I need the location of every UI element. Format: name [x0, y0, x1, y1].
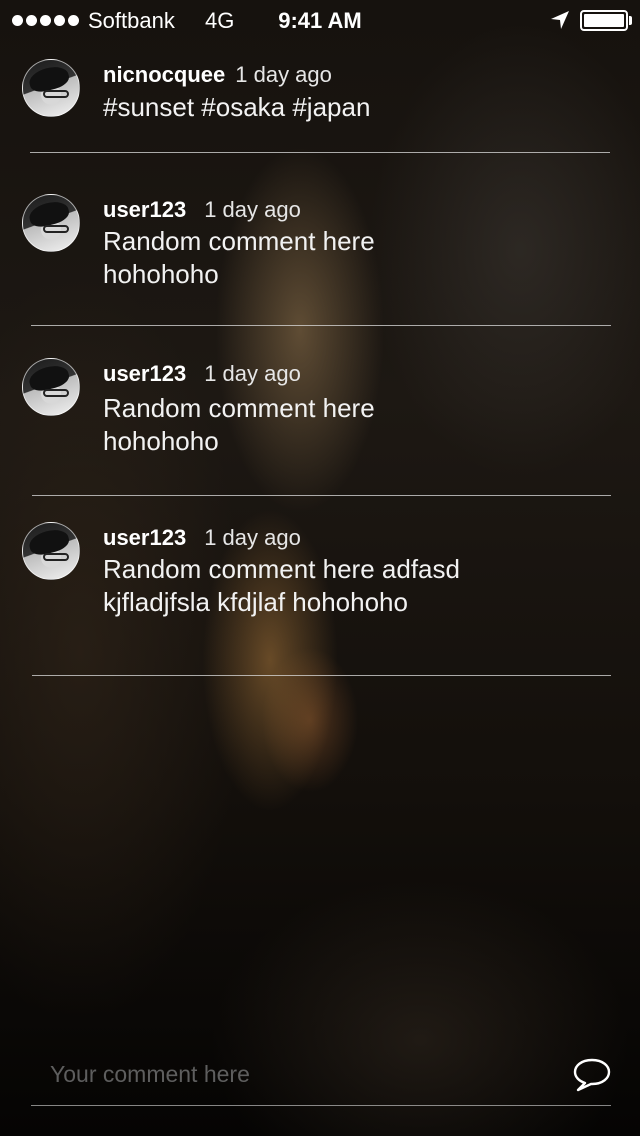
- comment-timestamp: 1 day ago: [204, 361, 301, 386]
- status-time: 9:41 AM: [278, 8, 362, 33]
- comment-username[interactable]: user123: [103, 361, 186, 386]
- comment-divider: [32, 675, 611, 676]
- comment-timestamp: 1 day ago: [235, 62, 332, 87]
- comment-text: Random comment here hohohoho: [103, 226, 375, 289]
- comment-username[interactable]: user123: [103, 525, 186, 550]
- comment-header: user123 1 day ago: [103, 361, 301, 387]
- comment-timestamp: 1 day ago: [204, 197, 301, 222]
- status-bar: Softbank 4G 9:41 AM: [0, 0, 640, 40]
- comment-text: Random comment here hohohoho: [103, 393, 375, 456]
- comment-divider: [30, 152, 610, 153]
- battery-icon: [580, 10, 628, 31]
- comment-divider: [31, 325, 611, 326]
- comment-timestamp: 1 day ago: [204, 525, 301, 550]
- input-divider: [31, 1105, 611, 1106]
- avatar[interactable]: [22, 358, 80, 416]
- comment-divider: [32, 495, 611, 496]
- battery-fill: [584, 14, 624, 27]
- comment-text: #sunset #osaka #japan: [103, 92, 371, 122]
- comment-header: nicnocquee 1 day ago: [103, 62, 332, 88]
- location-arrow-icon: [551, 11, 569, 29]
- comment-text: Random comment here adfasd kjfladjfsla k…: [103, 554, 460, 617]
- speech-bubble-icon[interactable]: [570, 1056, 614, 1094]
- comment-input[interactable]: [50, 1056, 530, 1092]
- comment-header: user123 1 day ago: [103, 525, 301, 551]
- comment-username[interactable]: user123: [103, 197, 186, 222]
- comment-header: user123 1 day ago: [103, 197, 301, 223]
- comments-screen: Softbank 4G 9:41 AM nicnocquee 1 day ago …: [0, 0, 640, 1136]
- battery-tip: [629, 16, 632, 25]
- avatar[interactable]: [22, 194, 80, 252]
- avatar[interactable]: [22, 522, 80, 580]
- comment-username[interactable]: nicnocquee: [103, 62, 225, 87]
- avatar[interactable]: [22, 59, 80, 117]
